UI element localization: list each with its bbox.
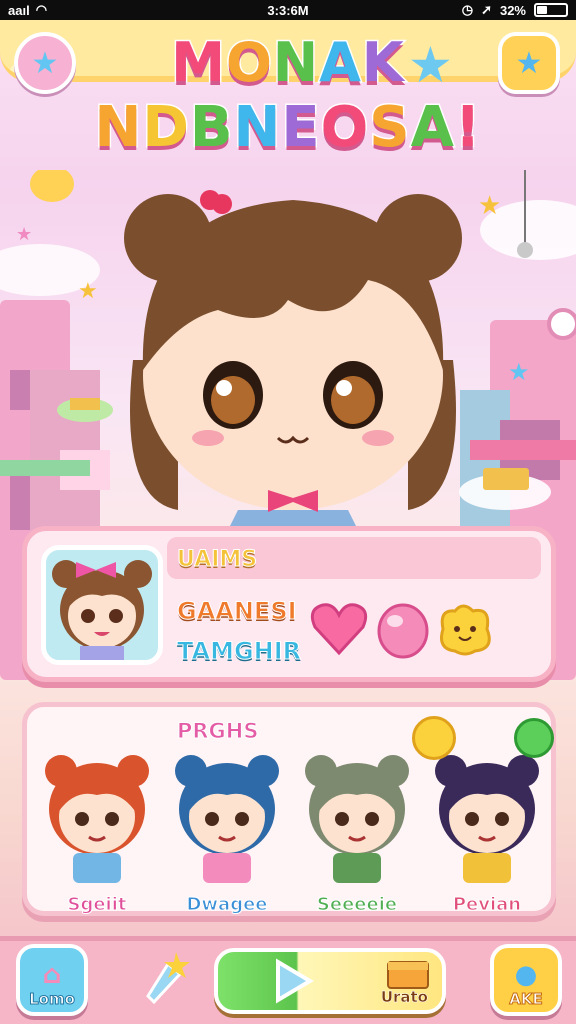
level-label: Urato	[380, 988, 429, 1007]
bird-icon: ●	[514, 960, 538, 990]
home-icon: ⌂	[42, 960, 62, 990]
friend-avatar	[305, 755, 409, 883]
title-letter: D	[141, 95, 191, 160]
clock: 3:3:6M	[267, 2, 309, 18]
green-emote-icon	[514, 718, 554, 758]
heart-icon[interactable]	[309, 599, 369, 659]
friend-card[interactable]: Pevian	[425, 745, 549, 917]
title-line-1: MONAK	[90, 34, 486, 91]
title-letter: !	[453, 95, 482, 160]
treasure-box-icon	[387, 961, 429, 989]
title-letter: B	[188, 95, 234, 160]
title-letter: M	[170, 31, 227, 94]
friend-card[interactable]: Sgeiit	[35, 745, 159, 917]
card-label-top: UAIMS	[176, 547, 258, 573]
svg-text:★: ★	[478, 191, 501, 221]
friends-header: PRGHS	[177, 719, 259, 744]
title-letter: N	[93, 95, 143, 160]
title-letter: S	[368, 95, 411, 160]
friend-avatar	[435, 755, 539, 883]
title-letter: N	[271, 31, 320, 94]
edit-button[interactable]: ★	[498, 32, 560, 94]
home-label: Lomo	[29, 990, 76, 1009]
title-letter: O	[319, 95, 370, 160]
main-character[interactable]	[118, 180, 468, 530]
title-letter: A	[318, 31, 363, 94]
title-line-2: NDBNEOSA!	[90, 98, 486, 157]
svg-text:★: ★	[508, 358, 530, 386]
smiley-emote-icon	[412, 716, 456, 760]
home-button[interactable]: ⌂ Lomo	[16, 944, 88, 1016]
level-progress-play-button[interactable]: Urato	[214, 948, 446, 1014]
friend-avatar	[45, 755, 149, 883]
profile-menu-button[interactable]: ● AKE	[490, 944, 562, 1016]
friend-name: Dwagee	[186, 894, 268, 916]
pink-gem-icon[interactable]	[373, 599, 433, 659]
star-edit-icon: ★	[515, 45, 543, 81]
star-icon: ★	[31, 45, 59, 81]
friend-card[interactable]: Seeeeie	[295, 745, 419, 917]
yellow-slime-icon[interactable]	[435, 599, 495, 659]
profile-avatar[interactable]	[41, 545, 163, 665]
title-letter: K	[360, 31, 405, 94]
title-letter: E	[280, 95, 321, 160]
game-title: MONAK NDBNEOSA!	[90, 34, 486, 157]
play-icon	[276, 958, 314, 1004]
friends-panel: PRGHS Sgeiit Dwagee Seeeeie Pevian	[22, 702, 556, 916]
friend-card[interactable]: Dwagee	[165, 745, 289, 917]
friend-avatar	[175, 755, 279, 883]
ake-label: AKE	[509, 990, 543, 1009]
favorites-button[interactable]: ★	[14, 32, 76, 94]
title-letter: O	[224, 31, 273, 94]
player-subtitle: TAMGHIR	[176, 637, 302, 666]
rocket-button[interactable]	[134, 946, 196, 1008]
status-bar: aaıl ◠ 3:3:6M ◷ ➚ 32%	[0, 0, 576, 20]
friend-name: Seeeeie	[316, 894, 398, 916]
title-letter: A	[409, 95, 455, 160]
player-name: GAANESI	[177, 597, 298, 626]
friend-name: Sgeiit	[67, 894, 127, 916]
svg-text:★: ★	[78, 279, 98, 304]
title-letter: N	[232, 95, 282, 160]
avatar	[52, 560, 152, 660]
svg-text:★: ★	[16, 224, 32, 245]
battery-icon	[534, 3, 568, 17]
friend-name: Pevian	[452, 894, 522, 916]
profile-card[interactable]: UAIMS GAANESI TAMGHIR	[22, 526, 556, 682]
